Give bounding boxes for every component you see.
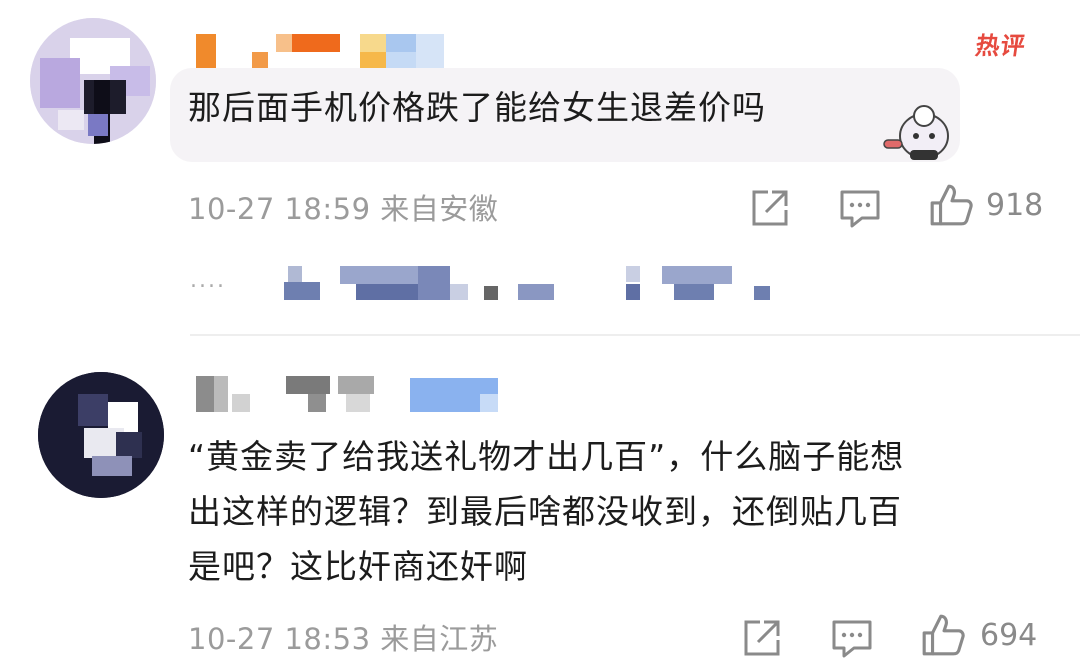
comment-icon[interactable] — [830, 616, 874, 660]
comment-time: 10-27 18:59 — [188, 192, 371, 226]
reply-preview-redacted[interactable] — [284, 266, 784, 306]
like-count: 918 — [986, 188, 1044, 223]
like-icon[interactable] — [928, 182, 974, 228]
like-count: 694 — [980, 618, 1038, 653]
avatar[interactable] — [38, 372, 164, 498]
like-icon[interactable] — [920, 612, 966, 658]
comment-text: 那后面手机价格跌了能给女生退差价吗 — [188, 88, 766, 127]
comment-item: 热评 那后面手机价格跌了能给女生退差价吗 10-27 18:59 来自安徽 91… — [0, 0, 1080, 330]
comment-time: 10-27 18:53 — [188, 622, 371, 656]
share-icon[interactable] — [740, 616, 784, 660]
comment-text-line: 是吧？这比奸商还奸啊 — [188, 547, 528, 586]
hot-comment-badge: 热评 — [973, 32, 1028, 60]
comment-meta: 10-27 18:53 来自江苏 — [188, 616, 498, 658]
comment-icon[interactable] — [838, 186, 882, 230]
sticker-icon — [883, 105, 949, 160]
avatar[interactable] — [30, 18, 156, 144]
comment-location: 来自安徽 — [380, 192, 499, 226]
comment-meta: 10-27 18:59 来自安徽 — [188, 186, 498, 228]
comment-location: 来自江苏 — [380, 622, 499, 656]
username-redacted[interactable] — [196, 376, 516, 416]
reply-more-dots[interactable]: .... — [190, 268, 226, 293]
comment-item: “黄金卖了给我送礼物才出几百”，什么脑子能想 出这样的逻辑？到最后啥都没收到，还… — [0, 336, 1080, 662]
share-icon[interactable] — [748, 186, 792, 230]
